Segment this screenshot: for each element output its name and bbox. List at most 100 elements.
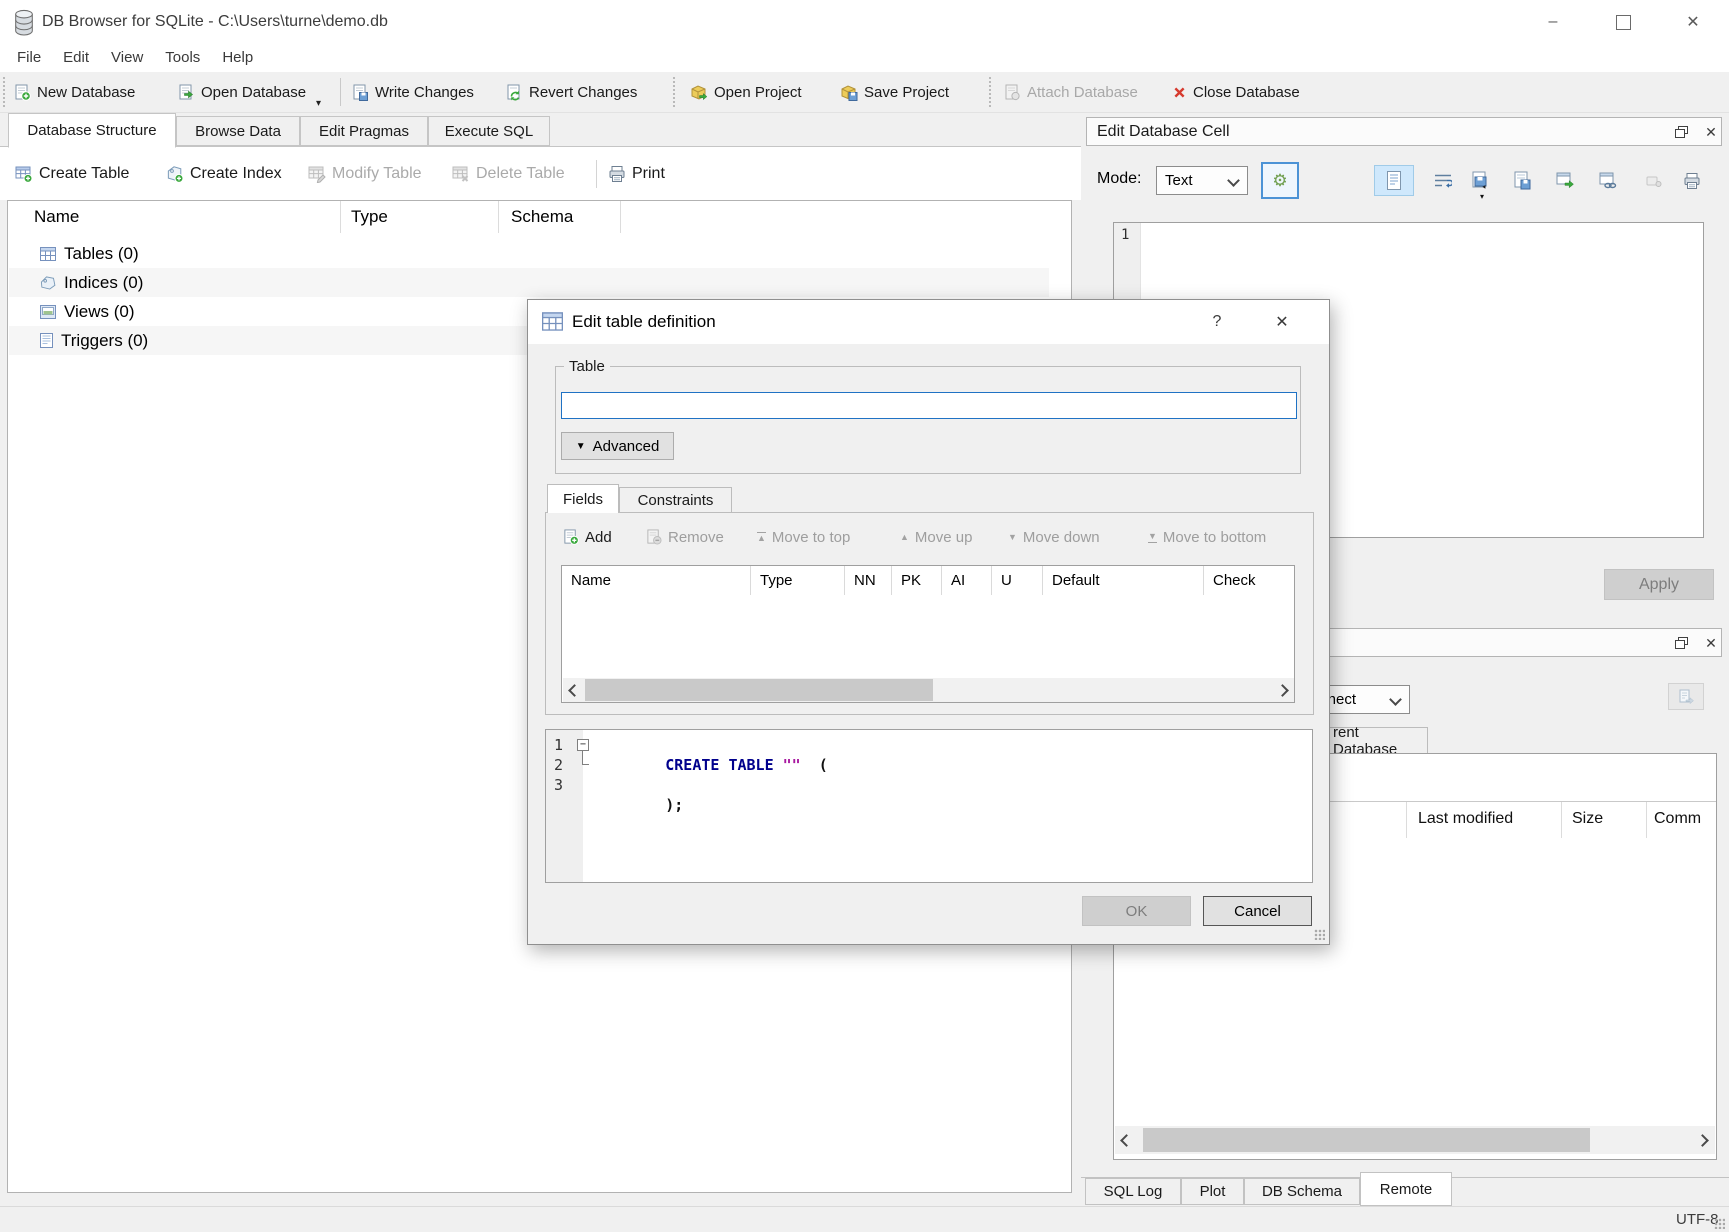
col-ai[interactable]: AI	[942, 566, 992, 595]
import-dropdown-icon[interactable]: ▾	[1480, 192, 1484, 201]
scrollbar-thumb[interactable]	[585, 679, 933, 701]
dialog-close-button[interactable]: ✕	[1266, 307, 1298, 337]
new-database-button[interactable]: New Database	[14, 72, 135, 112]
col-default[interactable]: Default	[1043, 566, 1204, 595]
minimize-button[interactable]: –	[1537, 7, 1569, 37]
tab-edit-pragmas[interactable]: Edit Pragmas	[300, 116, 428, 146]
scroll-right-button[interactable]	[1693, 1132, 1711, 1148]
header-commit[interactable]: Comm	[1654, 810, 1714, 828]
col-check[interactable]: Check	[1204, 566, 1294, 595]
tab-browse-data[interactable]: Browse Data	[176, 116, 300, 146]
print-cell-button[interactable]	[1676, 165, 1708, 196]
table-name-input[interactable]	[561, 392, 1297, 419]
col-pk[interactable]: PK	[892, 566, 942, 595]
apply-button[interactable]: Apply	[1604, 569, 1714, 600]
set-null-button[interactable]	[1638, 165, 1670, 196]
menu-view[interactable]: View	[100, 44, 154, 72]
dock-close-button[interactable]: ✕	[1698, 121, 1724, 143]
clone-database-button[interactable]	[1668, 683, 1704, 710]
write-changes-button[interactable]: Write Changes	[352, 72, 474, 112]
move-to-bottom-button[interactable]: ▼ Move to bottom	[1148, 524, 1266, 550]
revert-changes-button[interactable]: Revert Changes	[506, 72, 637, 112]
fields-horizontal-scrollbar[interactable]	[563, 678, 1294, 702]
header-size[interactable]: Size	[1572, 810, 1603, 828]
open-in-editor-button[interactable]	[1549, 165, 1581, 196]
open-database-button[interactable]: Open Database	[178, 72, 306, 112]
dock-float-button[interactable]	[1668, 121, 1694, 143]
col-type[interactable]: Type	[751, 566, 845, 595]
toolbar-drag-handle[interactable]	[672, 76, 676, 109]
tab-sql-log[interactable]: SQL Log	[1085, 1178, 1181, 1205]
tab-database-structure[interactable]: Database Structure	[8, 113, 176, 148]
col-u[interactable]: U	[992, 566, 1043, 595]
menu-file[interactable]: File	[6, 44, 52, 72]
scroll-left-button[interactable]	[565, 682, 583, 698]
scroll-left-button[interactable]	[1117, 1132, 1135, 1148]
header-last-modified[interactable]: Last modified	[1418, 810, 1513, 828]
toolbar-drag-handle[interactable]	[988, 76, 992, 109]
tree-item-indices[interactable]: Indices (0)	[9, 268, 1049, 297]
column-divider[interactable]	[1406, 802, 1407, 838]
delete-table-button[interactable]: Delete Table	[452, 154, 565, 194]
dialog-title: Edit table definition	[572, 300, 716, 344]
create-table-button[interactable]: Create Table	[15, 154, 129, 194]
create-index-button[interactable]: Create Index	[166, 154, 282, 194]
tab-plot[interactable]: Plot	[1181, 1178, 1244, 1205]
attach-database-button[interactable]: Attach Database	[1004, 72, 1138, 112]
column-divider[interactable]	[1646, 802, 1647, 838]
open-database-dropdown[interactable]: ▾	[316, 93, 321, 111]
open-database-icon	[178, 84, 195, 101]
tab-constraints[interactable]: Constraints	[619, 487, 732, 513]
save-project-button[interactable]: Save Project	[840, 72, 949, 112]
tab-execute-sql[interactable]: Execute SQL	[428, 116, 550, 146]
horizontal-scrollbar[interactable]	[1115, 1126, 1715, 1154]
ok-button[interactable]: OK	[1082, 896, 1191, 926]
add-field-button[interactable]: Add	[563, 524, 612, 550]
tree-column-type[interactable]: Type	[351, 207, 388, 227]
sql-preview[interactable]: 1 2 3 − CREATE TABLE "" ( );	[545, 729, 1313, 883]
tab-db-schema[interactable]: DB Schema	[1244, 1178, 1360, 1205]
text-format-button[interactable]	[1374, 165, 1414, 196]
toolbar-drag-handle[interactable]	[2, 76, 6, 109]
open-project-button[interactable]: Open Project	[690, 72, 802, 112]
window-resize-grip[interactable]	[1714, 1218, 1725, 1229]
tab-fields[interactable]: Fields	[547, 484, 619, 513]
column-divider[interactable]	[340, 201, 341, 233]
tab-remote[interactable]: Remote	[1360, 1172, 1452, 1206]
cancel-button[interactable]: Cancel	[1203, 896, 1312, 926]
column-divider[interactable]	[1561, 802, 1562, 838]
scroll-right-button[interactable]	[1273, 682, 1291, 698]
maximize-button[interactable]	[1607, 7, 1639, 37]
mode-combobox[interactable]: Text	[1156, 166, 1248, 195]
column-divider[interactable]	[498, 201, 499, 233]
column-divider[interactable]	[620, 201, 621, 233]
mode-settings-button[interactable]: ⚙	[1261, 162, 1299, 199]
menu-edit[interactable]: Edit	[52, 44, 100, 72]
menu-tools[interactable]: Tools	[154, 44, 211, 72]
move-up-button[interactable]: ▲ Move up	[900, 524, 972, 550]
col-name[interactable]: Name	[562, 566, 751, 595]
advanced-toggle-button[interactable]: ▼ Advanced	[561, 432, 674, 460]
close-button[interactable]: ✕	[1677, 7, 1709, 37]
dock-close-button[interactable]: ✕	[1698, 632, 1724, 654]
print-button[interactable]: Print	[608, 154, 665, 194]
fold-marker[interactable]: −	[577, 739, 589, 751]
close-database-button[interactable]: Close Database	[1172, 72, 1300, 112]
remove-field-button[interactable]: Remove	[646, 524, 724, 550]
tree-column-name[interactable]: Name	[34, 207, 79, 227]
move-down-button[interactable]: ▼ Move down	[1008, 524, 1100, 550]
encoding-indicator[interactable]: UTF-8	[1676, 1211, 1719, 1228]
col-nn[interactable]: NN	[845, 566, 892, 595]
dock-float-button[interactable]	[1668, 632, 1694, 654]
menu-help[interactable]: Help	[211, 44, 264, 72]
dialog-help-button[interactable]: ?	[1201, 307, 1233, 337]
move-to-top-button[interactable]: ▲ Move to top	[757, 524, 850, 550]
scrollbar-thumb[interactable]	[1143, 1128, 1590, 1152]
tree-item-tables[interactable]: Tables (0)	[9, 239, 1049, 268]
export-text-button[interactable]	[1506, 165, 1538, 196]
modify-table-button[interactable]: Modify Table	[308, 154, 422, 194]
word-wrap-button[interactable]	[1427, 165, 1459, 196]
link-button[interactable]	[1592, 165, 1624, 196]
dialog-resize-grip[interactable]	[1314, 929, 1325, 940]
tree-column-schema[interactable]: Schema	[511, 207, 573, 227]
